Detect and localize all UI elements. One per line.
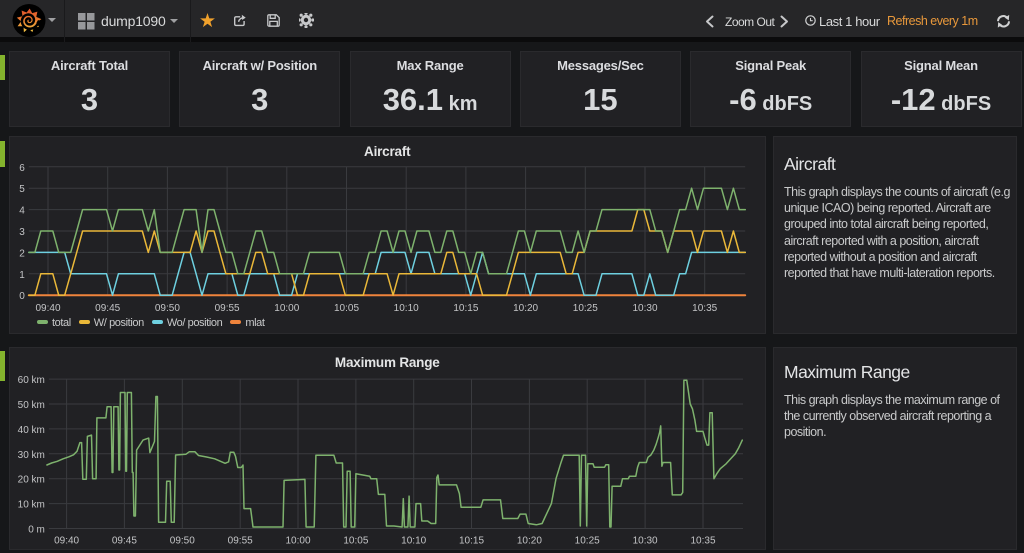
svg-text:09:40: 09:40 [54,536,79,547]
svg-text:10:25: 10:25 [573,303,598,314]
svg-text:4: 4 [19,206,25,217]
svg-text:10:10: 10:10 [401,536,426,547]
svg-text:10:35: 10:35 [692,303,717,314]
svg-text:2: 2 [19,248,25,259]
svg-text:10:30: 10:30 [633,536,658,547]
svg-text:09:55: 09:55 [215,303,240,314]
svg-text:10:05: 10:05 [334,303,359,314]
svg-text:0 m: 0 m [28,525,45,536]
svg-text:09:40: 09:40 [35,303,60,314]
svg-text:60 km: 60 km [18,375,45,386]
svg-text:10:05: 10:05 [343,536,368,547]
svg-text:10:25: 10:25 [575,536,600,547]
svg-text:30 km: 30 km [18,450,45,461]
svg-text:20 km: 20 km [18,475,45,486]
svg-text:09:45: 09:45 [112,536,137,547]
svg-text:50 km: 50 km [18,400,45,411]
svg-text:10:15: 10:15 [453,303,478,314]
svg-text:10:00: 10:00 [285,536,310,547]
svg-text:10 km: 10 km [18,500,45,511]
svg-text:10:20: 10:20 [513,303,538,314]
svg-text:10:00: 10:00 [274,303,299,314]
svg-text:10:20: 10:20 [517,536,542,547]
svg-text:09:50: 09:50 [155,303,180,314]
svg-text:0: 0 [19,291,25,302]
svg-text:3: 3 [19,227,25,238]
svg-text:10:15: 10:15 [459,536,484,547]
svg-text:5: 5 [19,184,25,195]
svg-text:1: 1 [19,270,25,281]
svg-text:09:50: 09:50 [170,536,195,547]
svg-text:09:55: 09:55 [228,536,253,547]
svg-text:09:45: 09:45 [95,303,120,314]
svg-text:40 km: 40 km [18,425,45,436]
svg-text:6: 6 [19,163,25,174]
svg-text:10:10: 10:10 [394,303,419,314]
svg-text:10:30: 10:30 [632,303,657,314]
svg-text:10:35: 10:35 [690,536,715,547]
